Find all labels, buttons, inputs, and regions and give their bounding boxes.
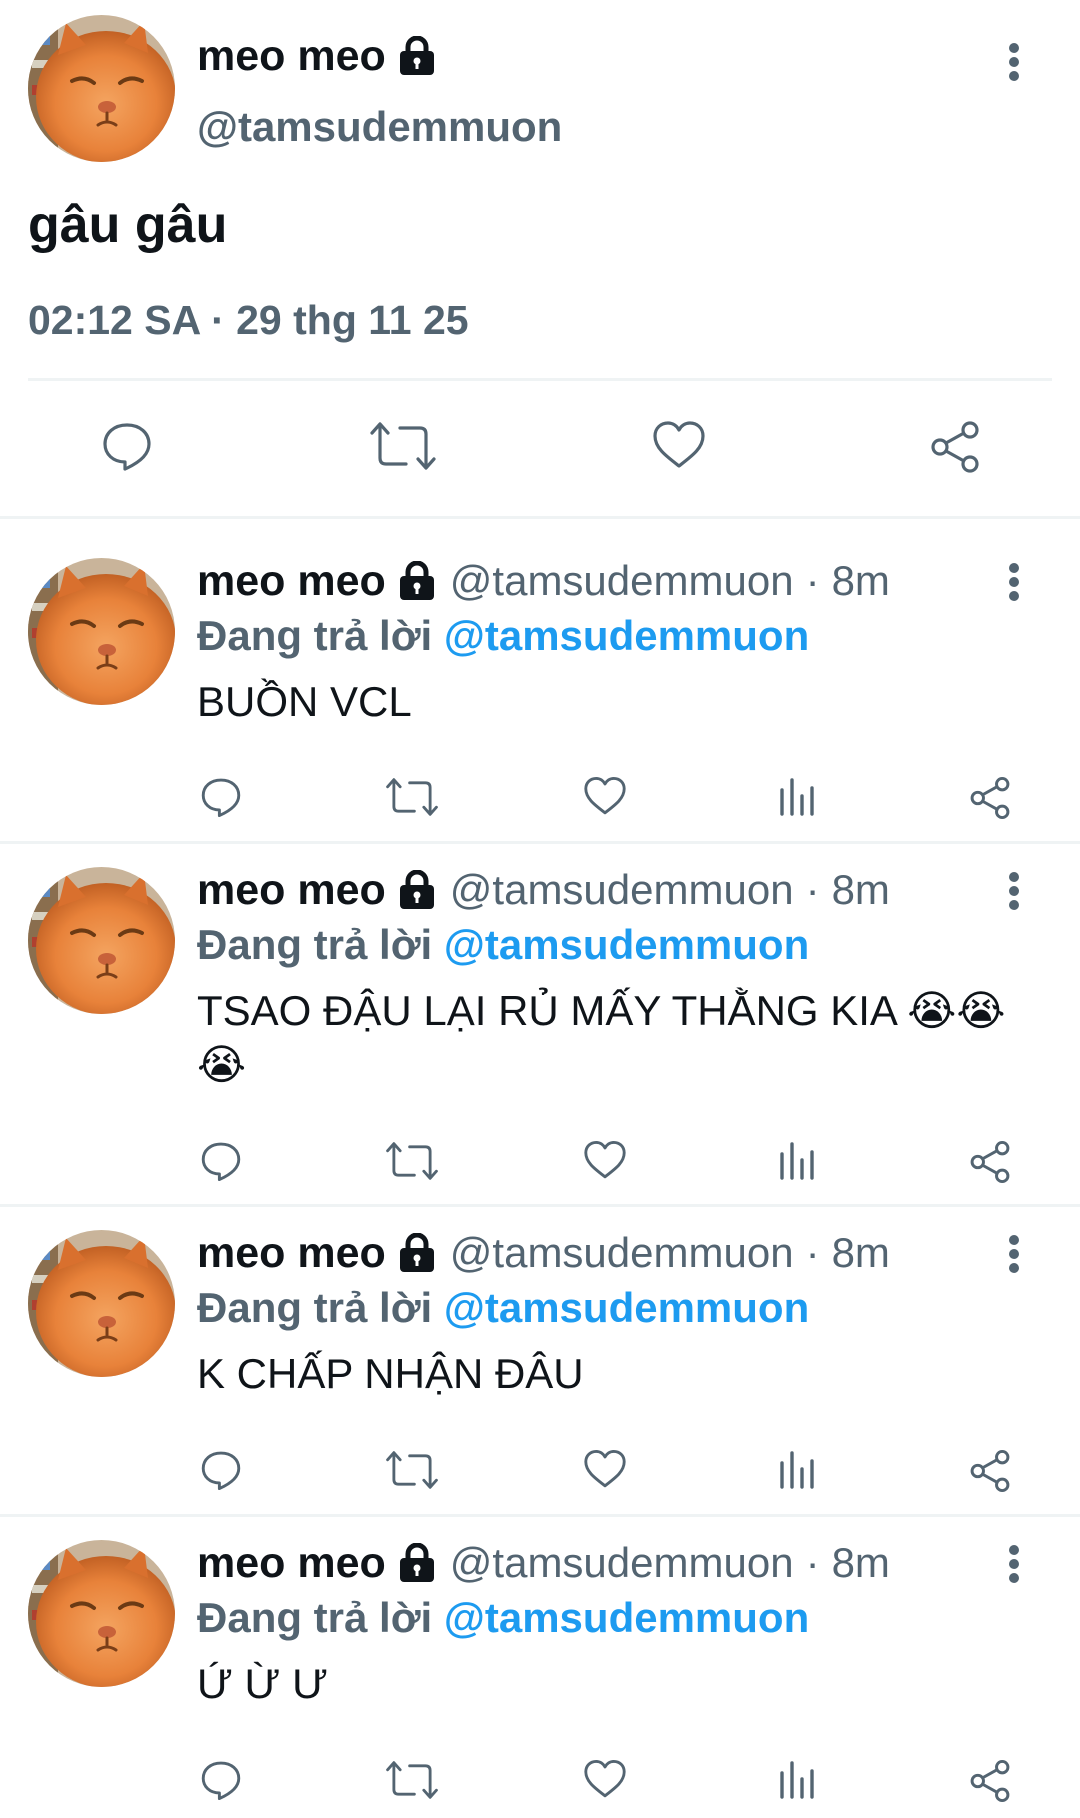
views-icon[interactable] bbox=[779, 1140, 815, 1180]
more-vertical-icon[interactable] bbox=[1008, 562, 1020, 602]
share-icon[interactable] bbox=[968, 776, 1012, 820]
author-name-row: meo meo bbox=[197, 30, 436, 82]
reply-time[interactable]: 8m bbox=[832, 866, 890, 914]
author-handle[interactable]: @tamsudemmuon bbox=[450, 1229, 794, 1277]
avatar[interactable] bbox=[28, 1230, 175, 1377]
like-icon[interactable] bbox=[583, 1449, 627, 1489]
author-handle[interactable]: @tamsudemmuon bbox=[450, 866, 794, 914]
retweet-icon[interactable] bbox=[386, 1759, 438, 1801]
section-separator bbox=[0, 516, 1080, 519]
reply-time[interactable]: 8m bbox=[832, 1539, 890, 1587]
retweet-icon[interactable] bbox=[386, 1449, 438, 1491]
reply-header: meo meo @tamsudemmuon · 8m bbox=[197, 1537, 890, 1589]
reply-icon[interactable] bbox=[200, 1759, 242, 1801]
more-vertical-icon[interactable] bbox=[1008, 42, 1020, 82]
reply-time[interactable]: 8m bbox=[832, 1229, 890, 1277]
author-name[interactable]: meo meo bbox=[197, 30, 386, 82]
replying-to: Đang trả lời @tamsudemmuon bbox=[197, 610, 809, 662]
avatar[interactable] bbox=[28, 1540, 175, 1687]
replying-mention[interactable]: @tamsudemmuon bbox=[444, 921, 809, 968]
replying-prefix: Đang trả lời bbox=[197, 1284, 433, 1331]
views-icon[interactable] bbox=[779, 776, 815, 816]
separator-dot: · bbox=[805, 557, 820, 604]
reply-icon[interactable] bbox=[200, 1140, 242, 1182]
views-icon[interactable] bbox=[779, 1759, 815, 1799]
separator-dot: · bbox=[805, 1229, 820, 1276]
share-icon[interactable] bbox=[968, 1759, 1012, 1803]
reply-text: TSAO ĐẬU LẠI RỦ MẤY THẰNG KIA 😭😭😭 bbox=[197, 987, 1006, 1088]
lock-icon bbox=[398, 36, 436, 76]
share-icon[interactable] bbox=[928, 420, 982, 474]
like-icon[interactable] bbox=[583, 1140, 627, 1180]
reply-tweet[interactable]: meo meo @tamsudemmuon · 8m Đang trả lời … bbox=[0, 829, 1080, 1204]
reply-icon[interactable] bbox=[101, 420, 153, 472]
main-tweet: meo meo @tamsudemmuon gâu gâu 02:12 SA ·… bbox=[0, 0, 1080, 518]
avatar[interactable] bbox=[28, 558, 175, 705]
like-icon[interactable] bbox=[652, 420, 706, 470]
lock-icon bbox=[398, 1543, 436, 1583]
divider bbox=[28, 378, 1052, 381]
replying-mention[interactable]: @tamsudemmuon bbox=[444, 1594, 809, 1641]
author-handle[interactable]: @tamsudemmuon bbox=[450, 1539, 794, 1587]
retweet-icon[interactable] bbox=[386, 1140, 438, 1182]
avatar[interactable] bbox=[28, 867, 175, 1014]
author-name[interactable]: meo meo bbox=[197, 557, 386, 606]
reply-actions bbox=[0, 1140, 1080, 1190]
reply-text: Ứ Ừ Ư bbox=[197, 1660, 328, 1707]
replying-mention[interactable]: @tamsudemmuon bbox=[444, 612, 809, 659]
lock-icon bbox=[398, 870, 436, 910]
replying-mention[interactable]: @tamsudemmuon bbox=[444, 1284, 809, 1331]
more-vertical-icon[interactable] bbox=[1008, 871, 1020, 911]
lock-icon bbox=[398, 1233, 436, 1273]
replying-to: Đang trả lời @tamsudemmuon bbox=[197, 1592, 809, 1644]
share-icon[interactable] bbox=[968, 1449, 1012, 1493]
reply-text: BUỒN VCL bbox=[197, 678, 412, 725]
like-icon[interactable] bbox=[583, 776, 627, 816]
author-name[interactable]: meo meo bbox=[197, 1539, 386, 1588]
reply-time[interactable]: 8m bbox=[832, 557, 890, 605]
retweet-icon[interactable] bbox=[386, 776, 438, 818]
replying-prefix: Đang trả lời bbox=[197, 1594, 433, 1641]
views-icon[interactable] bbox=[779, 1449, 815, 1489]
share-icon[interactable] bbox=[968, 1140, 1012, 1184]
like-icon[interactable] bbox=[583, 1759, 627, 1799]
tweet-timestamp[interactable]: 02:12 SA · 29 thg 11 25 bbox=[28, 295, 469, 345]
reply-actions bbox=[0, 776, 1080, 826]
separator-dot: · bbox=[805, 866, 820, 913]
author-name[interactable]: meo meo bbox=[197, 1229, 386, 1278]
more-vertical-icon[interactable] bbox=[1008, 1234, 1020, 1274]
separator-dot: · bbox=[805, 1539, 820, 1586]
reply-header: meo meo @tamsudemmuon · 8m bbox=[197, 555, 890, 607]
retweet-icon[interactable] bbox=[370, 420, 436, 472]
reply-tweet[interactable]: meo meo @tamsudemmuon · 8m Đang trả lời … bbox=[0, 1192, 1080, 1515]
tweet-actions bbox=[0, 420, 1080, 480]
more-vertical-icon[interactable] bbox=[1008, 1544, 1020, 1584]
reply-actions bbox=[0, 1449, 1080, 1499]
reply-icon[interactable] bbox=[200, 1449, 242, 1491]
reply-actions bbox=[0, 1759, 1080, 1809]
author-name[interactable]: meo meo bbox=[197, 866, 386, 915]
replying-to: Đang trả lời @tamsudemmuon bbox=[197, 919, 809, 971]
reply-icon[interactable] bbox=[200, 776, 242, 818]
reply-text: K CHẤP NHẬN ĐÂU bbox=[197, 1350, 584, 1397]
author-handle[interactable]: @tamsudemmuon bbox=[450, 557, 794, 605]
replying-prefix: Đang trả lời bbox=[197, 921, 433, 968]
tweet-text: gâu gâu bbox=[28, 196, 228, 254]
author-handle[interactable]: @tamsudemmuon bbox=[197, 102, 562, 152]
reply-tweet[interactable]: meo meo @tamsudemmuon · 8m Đang trả lời … bbox=[0, 1502, 1080, 1818]
replying-to: Đang trả lời @tamsudemmuon bbox=[197, 1282, 809, 1334]
reply-header: meo meo @tamsudemmuon · 8m bbox=[197, 864, 890, 916]
reply-tweet[interactable]: meo meo @tamsudemmuon · 8m Đang trả lời … bbox=[0, 520, 1080, 841]
avatar[interactable] bbox=[28, 15, 175, 162]
replying-prefix: Đang trả lời bbox=[197, 612, 433, 659]
reply-header: meo meo @tamsudemmuon · 8m bbox=[197, 1227, 890, 1279]
lock-icon bbox=[398, 561, 436, 601]
